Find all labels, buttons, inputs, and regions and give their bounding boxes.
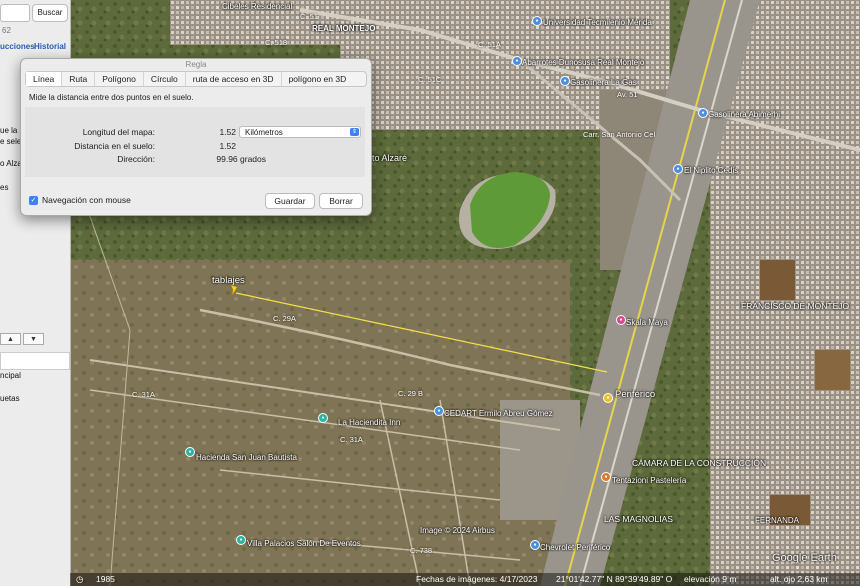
save-button[interactable]: Guardar xyxy=(265,193,315,209)
tab-3d-polygon[interactable]: polígono en 3D xyxy=(282,72,354,86)
chevron-updown-icon: ⇕ xyxy=(350,128,359,136)
unit-select[interactable]: Kilómetros ⇕ xyxy=(239,126,361,138)
road-av51: Av. 51 xyxy=(617,90,638,99)
status-bar: ◷ 1985 Fechas de imágenes: 4/17/2023 21°… xyxy=(70,573,860,586)
sidebar-section-header[interactable] xyxy=(0,352,70,370)
label-real-montejo: REAL MONTEJO xyxy=(312,24,376,33)
eye-altitude: alt. ojo 2.63 km xyxy=(770,574,828,584)
move-up-button[interactable]: ▲ xyxy=(0,333,21,345)
road-c51: C. 51 xyxy=(300,12,318,21)
food-pin-icon[interactable]: ● xyxy=(601,472,611,482)
image-date: Fechas de imágenes: 4/17/2023 xyxy=(416,574,538,584)
search-input[interactable] xyxy=(0,4,30,22)
label-cibeles: Cibeles Residencial xyxy=(222,2,293,11)
clear-button[interactable]: Borrar xyxy=(319,193,363,209)
tab-path[interactable]: Ruta xyxy=(62,72,96,86)
sidebar-arrows: ▲ ▼ xyxy=(0,333,44,345)
clock-icon[interactable]: ◷ xyxy=(76,573,83,586)
tab-line[interactable]: Línea xyxy=(26,72,63,86)
direction-value: 99.96 grados xyxy=(216,154,266,164)
map-length-label: Longitud del mapa: xyxy=(82,127,155,137)
road-c29a: C. 29A xyxy=(273,314,296,323)
checkmark-icon: ✓ xyxy=(29,195,38,205)
highway-pin-icon[interactable]: ● xyxy=(603,393,613,403)
label-magnolias: LAS MAGNOLIAS xyxy=(604,514,673,524)
map-length-value: 1.52 xyxy=(219,127,236,137)
pushpin-icon[interactable] xyxy=(229,284,239,296)
search-button[interactable]: Buscar xyxy=(32,4,68,22)
label-gasolinera-gas: Gasolinera La Gas xyxy=(570,78,637,87)
coordinates: 21°01'42.77" N 89°39'49.89" O xyxy=(556,574,673,584)
road-c738: C. 738 xyxy=(410,546,433,555)
label-alzare: to Alzaré xyxy=(372,153,408,163)
history-link[interactable]: Historial xyxy=(34,42,66,51)
shop-pin-icon[interactable]: ● xyxy=(512,56,522,66)
tab-3d-path[interactable]: ruta de acceso en 3D xyxy=(186,72,282,86)
ground-length-label: Distancia en el suelo: xyxy=(74,141,155,151)
sidebar-fragment: e sele xyxy=(0,137,22,146)
road-c51a: C. 51A xyxy=(478,40,501,49)
label-periferico: Periférico xyxy=(615,389,656,400)
label-universidad: Universidad Tecmilenio Mérida xyxy=(543,18,652,27)
unit-select-value: Kilómetros xyxy=(245,128,283,137)
label-fernanda: FERNANDA xyxy=(755,516,800,525)
move-down-button[interactable]: ▼ xyxy=(23,333,44,345)
gas-pin-icon[interactable]: ● xyxy=(560,76,570,86)
landmark-pin-icon[interactable]: ● xyxy=(185,447,195,457)
dialog-title[interactable]: Regla xyxy=(21,59,371,71)
tab-circle[interactable]: Círculo xyxy=(144,72,186,86)
label-villa: Villa Palacios Salón De Eventos xyxy=(247,539,361,548)
elevation: elevación 9 m xyxy=(684,574,737,584)
historical-year: 1985 xyxy=(96,574,115,584)
label-hacienda: Hacienda San Juan Bautista xyxy=(196,453,297,462)
road-c31a-2: C. 31A xyxy=(340,435,363,444)
sidebar-fragment: ue la xyxy=(0,126,18,135)
label-cedart: CEDART Ermilo Abreu Gómez xyxy=(444,409,553,418)
instructions-link[interactable]: ucciones xyxy=(0,42,35,51)
label-chevrolet: Chevrolet Periférico xyxy=(540,543,611,552)
label-abarrotes: Abarrotes Dunosusa Real Montejo xyxy=(522,58,645,67)
ground-length-value: 1.52 xyxy=(219,141,236,151)
tab-polygon[interactable]: Polígono xyxy=(95,72,144,86)
car-pin-icon[interactable]: ● xyxy=(530,540,540,550)
label-niplito: El Niplito Cedis xyxy=(684,166,739,175)
road-c51c: C. 51C xyxy=(418,75,442,84)
sidebar-fragment: uetas xyxy=(0,394,20,403)
sidebar-fragment: 62 xyxy=(2,26,11,35)
road-c31a: C. 31A xyxy=(132,390,155,399)
label-gasolinera-abimerhi: Gasolinera Abimerhi xyxy=(708,110,781,119)
mouse-navigation-label: Navegación con mouse xyxy=(42,195,131,205)
ruler-description: Mide la distancia entre dos puntos en el… xyxy=(29,93,194,102)
road-c29b: C. 29 B xyxy=(398,389,424,398)
sidebar-fragment: es xyxy=(0,183,9,192)
sidebar-fragment: o Alza xyxy=(0,159,22,168)
road-san-antonio: Carr. San Antonio Cel xyxy=(583,130,656,139)
google-earth-watermark: Google Earth xyxy=(772,552,837,564)
gas-pin-icon-2[interactable]: ● xyxy=(698,108,708,118)
hotel-pin-icon[interactable]: ● xyxy=(318,413,328,423)
school-pin-icon[interactable]: ● xyxy=(532,16,542,26)
school-pin-icon-2[interactable]: ● xyxy=(434,406,444,416)
mouse-navigation-checkbox[interactable]: ✓ Navegación con mouse xyxy=(29,195,131,205)
shop-pin-icon-2[interactable]: ● xyxy=(673,164,683,174)
ruler-dialog: Regla Línea Ruta Polígono Círculo ruta d… xyxy=(20,58,372,216)
road-c518: C. 518 xyxy=(265,38,288,47)
label-camara: CÁMARA DE LA CONSTRUCCIÓN xyxy=(632,458,767,468)
label-haciendita: La Haciendita Inn xyxy=(338,418,401,427)
image-credit: Image © 2024 Airbus xyxy=(420,526,495,535)
shopping-pin-icon[interactable]: ● xyxy=(616,315,626,325)
label-skala: Skala Maya xyxy=(626,318,668,327)
sidebar-fragment: ncipal xyxy=(0,371,21,380)
direction-label: Dirección: xyxy=(117,154,155,164)
label-tentazioni: Tentazioni Pastelería xyxy=(612,476,687,485)
label-francisco: FRANCISCO DE MONTEJO xyxy=(741,301,850,311)
ruler-tabs: Línea Ruta Polígono Círculo ruta de acce… xyxy=(25,71,367,87)
event-pin-icon[interactable]: ● xyxy=(236,535,246,545)
